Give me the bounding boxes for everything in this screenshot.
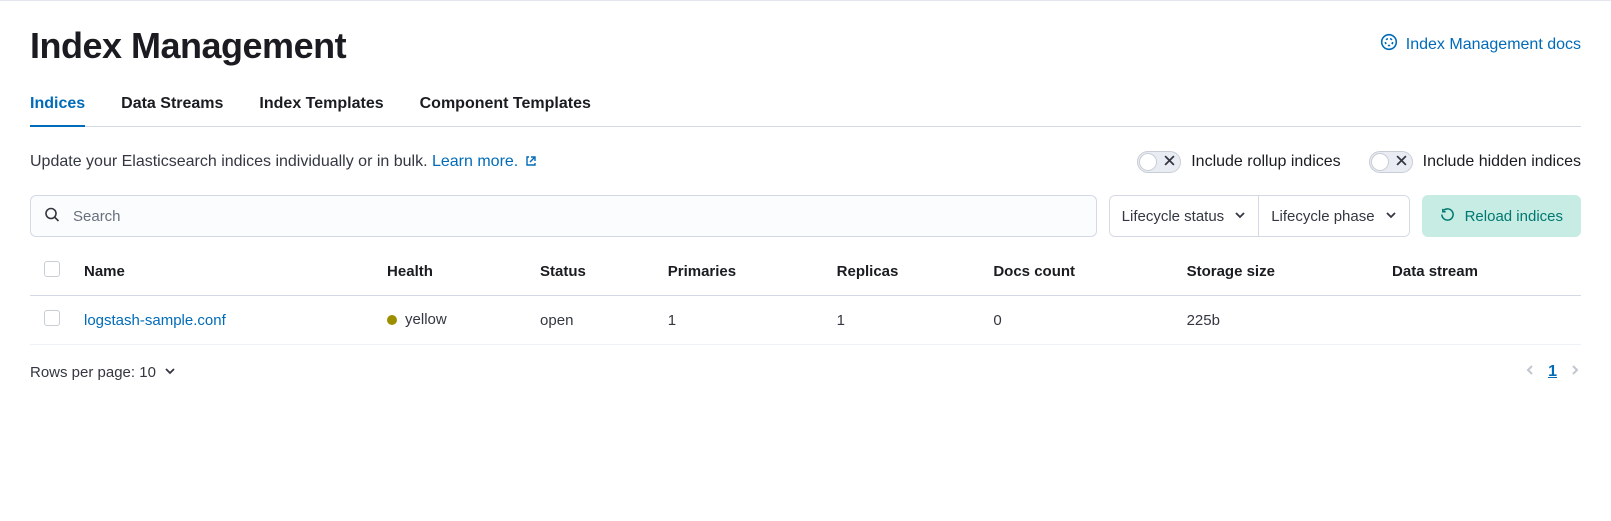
x-icon <box>1164 153 1175 171</box>
help-icon <box>1380 33 1398 56</box>
status-cell: open <box>528 296 656 345</box>
row-checkbox[interactable] <box>44 310 60 326</box>
chevron-down-icon <box>1234 208 1246 225</box>
pagination: 1 <box>1524 363 1581 381</box>
refresh-icon <box>1440 207 1455 226</box>
search-icon <box>44 207 60 226</box>
tab-index-templates[interactable]: Index Templates <box>259 95 383 127</box>
docs-cell: 0 <box>981 296 1174 345</box>
health-label: yellow <box>405 311 447 328</box>
health-dot-icon <box>387 315 397 325</box>
col-status[interactable]: Status <box>528 247 656 296</box>
replicas-cell: 1 <box>825 296 982 345</box>
docs-link[interactable]: Index Management docs <box>1380 25 1581 56</box>
toggle-rollup[interactable] <box>1137 151 1181 173</box>
toggle-hidden[interactable] <box>1369 151 1413 173</box>
index-link[interactable]: logstash-sample.conf <box>84 312 226 329</box>
page-number[interactable]: 1 <box>1548 363 1557 381</box>
rows-per-page-label: Rows per page: 10 <box>30 364 156 381</box>
tab-component-templates[interactable]: Component Templates <box>420 95 591 127</box>
datastream-cell <box>1380 296 1581 345</box>
tab-indices[interactable]: Indices <box>30 95 85 127</box>
col-docs[interactable]: Docs count <box>981 247 1174 296</box>
col-datastream[interactable]: Data stream <box>1380 247 1581 296</box>
chevron-down-icon <box>164 364 176 381</box>
toggle-rollup-label: Include rollup indices <box>1191 153 1340 171</box>
storage-cell: 225b <box>1175 296 1380 345</box>
reload-label: Reload indices <box>1465 208 1563 225</box>
chevron-down-icon <box>1385 208 1397 225</box>
page-title: Index Management <box>30 25 346 67</box>
rows-per-page[interactable]: Rows per page: 10 <box>30 364 176 381</box>
learn-more-label: Learn more. <box>432 153 518 170</box>
prev-page[interactable] <box>1524 363 1536 381</box>
col-storage[interactable]: Storage size <box>1175 247 1380 296</box>
learn-more-link[interactable]: Learn more. <box>432 153 537 170</box>
table-row: logstash-sample.conf yellow open 1 1 0 2… <box>30 296 1581 345</box>
reload-button[interactable]: Reload indices <box>1422 195 1581 237</box>
index-table: Name Health Status Primaries Replicas Do… <box>30 247 1581 345</box>
primaries-cell: 1 <box>656 296 825 345</box>
search-box <box>30 195 1097 237</box>
external-link-icon <box>525 154 537 171</box>
tabs: Indices Data Streams Index Templates Com… <box>30 95 1581 127</box>
next-page[interactable] <box>1569 363 1581 381</box>
col-replicas[interactable]: Replicas <box>825 247 982 296</box>
search-input[interactable] <box>30 195 1097 237</box>
subhead-text: Update your Elasticsearch indices indivi… <box>30 153 537 172</box>
x-icon <box>1396 153 1407 171</box>
filter-lifecycle-phase[interactable]: Lifecycle phase <box>1258 196 1408 236</box>
filter-lifecycle-status[interactable]: Lifecycle status <box>1110 196 1259 236</box>
subhead-body: Update your Elasticsearch indices indivi… <box>30 153 432 170</box>
tab-data-streams[interactable]: Data Streams <box>121 95 223 127</box>
filter-lifecycle-phase-label: Lifecycle phase <box>1271 208 1374 225</box>
col-health[interactable]: Health <box>375 247 528 296</box>
docs-link-label: Index Management docs <box>1406 36 1581 54</box>
toggle-hidden-label: Include hidden indices <box>1423 153 1581 171</box>
col-name[interactable]: Name <box>72 247 375 296</box>
col-primaries[interactable]: Primaries <box>656 247 825 296</box>
select-all-checkbox[interactable] <box>44 261 60 277</box>
filter-lifecycle-status-label: Lifecycle status <box>1122 208 1225 225</box>
